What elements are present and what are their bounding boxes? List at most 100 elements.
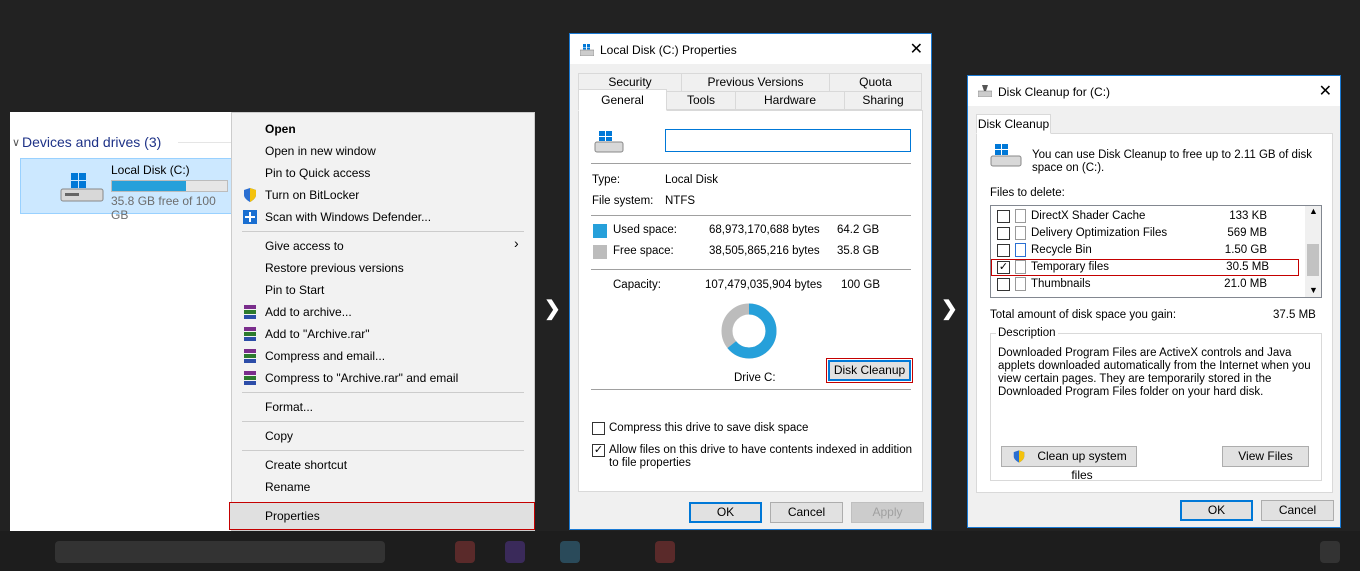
- cancel-button[interactable]: Cancel: [1261, 500, 1334, 521]
- ok-button[interactable]: OK: [689, 502, 762, 523]
- tab-general[interactable]: General: [578, 89, 667, 111]
- menu-item-properties[interactable]: Properties: [265, 509, 320, 523]
- menu-item-pin-start[interactable]: Pin to Start: [265, 283, 324, 297]
- apply-button[interactable]: Apply: [851, 502, 924, 523]
- tab-tools[interactable]: Tools: [666, 91, 736, 110]
- menu-separator: [242, 231, 524, 232]
- fs-label: File system:: [592, 195, 654, 207]
- file-row[interactable]: Delivery Optimization Files 569 MB: [991, 225, 1297, 242]
- file-checkbox[interactable]: [997, 227, 1010, 240]
- tab-sharing[interactable]: Sharing: [844, 91, 922, 110]
- free-label: Free space:: [613, 245, 674, 257]
- file-row-selected[interactable]: ✓ Temporary files 30.5 MB: [991, 259, 1299, 276]
- file-name: Delivery Optimization Files: [1031, 227, 1168, 239]
- disk-cleanup-button[interactable]: Disk Cleanup: [826, 358, 913, 383]
- taskbar-app-icon[interactable]: [560, 541, 580, 563]
- compress-checkbox[interactable]: [592, 422, 605, 435]
- clean-system-files-button[interactable]: Clean up system files: [1001, 446, 1137, 482]
- drive-icon: [580, 44, 594, 56]
- properties-window: Local Disk (C:) Properties ✕ Security Pr…: [569, 33, 932, 530]
- menu-item-open-new-window[interactable]: Open in new window: [265, 144, 376, 158]
- tab-hardware[interactable]: Hardware: [735, 91, 845, 110]
- file-row[interactable]: Recycle Bin 1.50 GB: [991, 242, 1297, 259]
- drive-icon: [990, 144, 1022, 167]
- divider: [591, 389, 911, 390]
- file-size: 133 KB: [1229, 210, 1267, 222]
- menu-item-compress-rar-email[interactable]: Compress to "Archive.rar" and email: [265, 371, 458, 385]
- files-list[interactable]: DirectX Shader Cache 133 KB Delivery Opt…: [990, 205, 1322, 298]
- winrar-icon: [244, 305, 256, 319]
- menu-item-create-shortcut[interactable]: Create shortcut: [265, 458, 347, 472]
- file-size: 21.0 MB: [1224, 278, 1267, 290]
- drive-free-text: 35.8 GB free of 100 GB: [111, 194, 216, 222]
- drive-tile-c[interactable]: Local Disk (C:) 35.8 GB free of 100 GB: [20, 158, 235, 222]
- cancel-button[interactable]: Cancel: [770, 502, 843, 523]
- description-label: Description: [996, 327, 1058, 339]
- taskbar-app-icon[interactable]: [505, 541, 525, 563]
- menu-item-open[interactable]: Open: [265, 122, 296, 136]
- chevron-down-icon[interactable]: ∨: [12, 136, 20, 149]
- files-to-delete-label: Files to delete:: [990, 187, 1065, 199]
- scroll-down-icon[interactable]: ▼: [1309, 285, 1318, 295]
- menu-item-rename[interactable]: Rename: [265, 480, 310, 494]
- chevron-right-icon: ›: [514, 235, 519, 251]
- total-label: Total amount of disk space you gain:: [990, 309, 1177, 321]
- used-gb: 64.2 GB: [837, 224, 880, 236]
- index-checkbox[interactable]: ✓: [592, 444, 605, 457]
- shield-icon: [244, 188, 256, 202]
- menu-item-give-access[interactable]: Give access to: [265, 239, 344, 253]
- index-label: Allow files on this drive to have conten…: [609, 444, 913, 469]
- file-checkbox[interactable]: [997, 210, 1010, 223]
- close-icon[interactable]: ✕: [910, 39, 923, 59]
- menu-separator: [242, 392, 524, 393]
- file-row[interactable]: Thumbnails 21.0 MB: [991, 276, 1297, 293]
- capacity-bytes: 107,479,035,904 bytes: [705, 279, 823, 291]
- ok-button[interactable]: OK: [1180, 500, 1253, 521]
- taskbar-app-icon[interactable]: [455, 541, 475, 563]
- drive-name-input[interactable]: [665, 129, 911, 152]
- taskbar-search-box[interactable]: [55, 541, 385, 563]
- scrollbar[interactable]: ▲ ▼: [1305, 206, 1321, 297]
- file-name: Recycle Bin: [1031, 244, 1092, 256]
- taskbar-app-icon[interactable]: [1320, 541, 1340, 563]
- file-name: Thumbnails: [1031, 278, 1091, 290]
- file-row[interactable]: DirectX Shader Cache 133 KB: [991, 208, 1297, 225]
- drive-usage-fill: [112, 181, 186, 191]
- menu-item-copy[interactable]: Copy: [265, 429, 293, 443]
- menu-item-bitlocker[interactable]: Turn on BitLocker: [265, 188, 359, 202]
- tab-disk-cleanup[interactable]: Disk Cleanup: [976, 114, 1051, 134]
- drive-name: Local Disk (C:): [111, 163, 190, 177]
- view-files-button[interactable]: View Files: [1222, 446, 1309, 467]
- menu-item-add-archive-rar[interactable]: Add to "Archive.rar": [265, 327, 370, 341]
- tab-previous-versions[interactable]: Previous Versions: [681, 73, 830, 92]
- step-arrow-icon: ❯: [941, 298, 958, 320]
- scrollbar-thumb[interactable]: [1307, 244, 1319, 276]
- menu-item-scan-defender[interactable]: Scan with Windows Defender...: [265, 210, 431, 224]
- menu-separator: [242, 450, 524, 451]
- window-title: Local Disk (C:) Properties: [600, 43, 737, 57]
- tab-quota[interactable]: Quota: [829, 73, 922, 92]
- file-icon: [1015, 209, 1026, 223]
- used-bytes: 68,973,170,688 bytes: [709, 224, 820, 236]
- file-icon: [1015, 226, 1026, 240]
- winrar-icon: [244, 327, 256, 341]
- scroll-up-icon[interactable]: ▲: [1309, 206, 1318, 216]
- file-name: DirectX Shader Cache: [1031, 210, 1146, 222]
- menu-item-compress-email[interactable]: Compress and email...: [265, 349, 385, 363]
- file-checkbox[interactable]: [997, 278, 1010, 291]
- menu-item-format[interactable]: Format...: [265, 400, 313, 414]
- menu-item-add-archive[interactable]: Add to archive...: [265, 305, 352, 319]
- file-name: Temporary files: [1031, 261, 1109, 273]
- devices-drives-header[interactable]: Devices and drives (3): [22, 134, 161, 150]
- file-checkbox[interactable]: ✓: [997, 261, 1010, 274]
- window-title: Disk Cleanup for (C:): [998, 85, 1111, 99]
- close-icon[interactable]: ✕: [1319, 81, 1332, 101]
- menu-item-restore-versions[interactable]: Restore previous versions: [265, 261, 404, 275]
- file-checkbox[interactable]: [997, 244, 1010, 257]
- menu-item-pin-quick-access[interactable]: Pin to Quick access: [265, 166, 370, 180]
- file-size: 569 MB: [1227, 227, 1267, 239]
- taskbar-app-icon[interactable]: [655, 541, 675, 563]
- defender-icon: [243, 210, 257, 224]
- context-menu: Open Open in new window Pin to Quick acc…: [229, 112, 535, 531]
- disk-cleanup-icon: [978, 85, 992, 97]
